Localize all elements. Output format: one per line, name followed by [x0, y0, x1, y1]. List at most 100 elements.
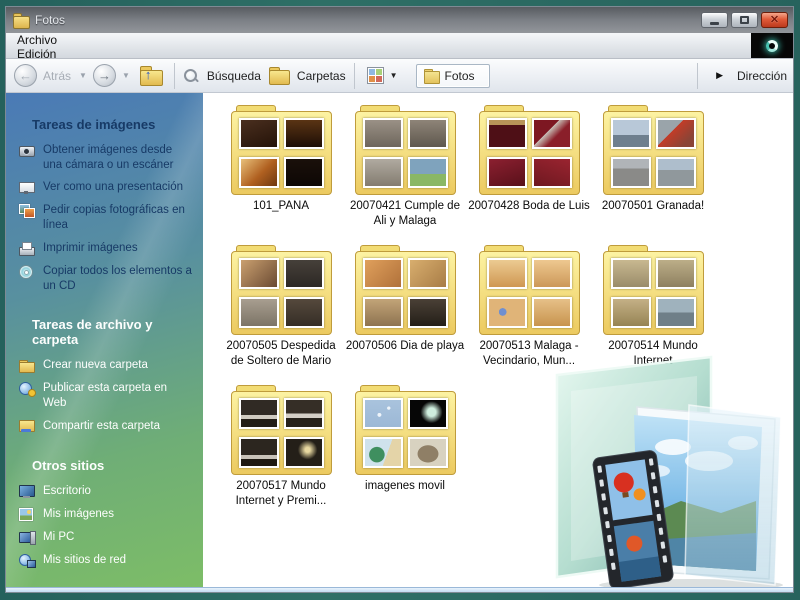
- address-bar-label[interactable]: Dirección: [737, 69, 787, 83]
- toolbar-separator: [173, 62, 175, 89]
- address-expand-icon[interactable]: ▶: [716, 70, 723, 81]
- folder-item[interactable]: 20070501 Granada!: [591, 105, 715, 245]
- window-controls: ✕: [701, 12, 788, 28]
- photo-thumbnail: [407, 157, 448, 188]
- folder-thumbnail-icon: [602, 245, 704, 335]
- task-item[interactable]: Pedir copias fotográficas en línea: [18, 202, 193, 232]
- photo-thumbnail: [283, 157, 324, 188]
- photo-thumbnail: [283, 118, 324, 149]
- folder-name: imagenes movil: [365, 480, 445, 492]
- folder-thumbnail-icon: [230, 105, 332, 195]
- task-item[interactable]: Mis sitios de red: [18, 552, 193, 568]
- myimages-icon: [18, 506, 35, 522]
- folder-thumbnail-icon: [354, 245, 456, 335]
- cd-icon: [18, 263, 35, 279]
- menu-bar: Archivo Edición Ver Favoritos Herramient…: [6, 33, 793, 117]
- folder-item[interactable]: 20070428 Boda de Luis: [467, 105, 591, 245]
- task-item[interactable]: Copiar todos los elementos a un CD: [18, 263, 193, 293]
- photo-thumbnail: [283, 258, 324, 289]
- photo-thumbnail: [610, 157, 651, 188]
- tab-folder-icon: [423, 68, 440, 84]
- folder-name: 20070421 Cumple de Ali y Malaga: [350, 200, 460, 227]
- search-icon[interactable]: [183, 68, 199, 84]
- explorer-window: Fotos ✕ Archivo Edición Ver Favoritos He…: [5, 6, 794, 593]
- back-button[interactable]: ←: [14, 64, 37, 87]
- photo-thumbnail: [610, 118, 651, 149]
- task-item[interactable]: Obtener imágenes desde una cámara o un e…: [18, 142, 193, 172]
- task-item[interactable]: Publicar esta carpeta en Web: [18, 380, 193, 410]
- photo-thumbnail: [655, 118, 696, 149]
- photo-thumbnail: [407, 118, 448, 149]
- folder-item[interactable]: 20070506 Dia de playa: [343, 245, 467, 385]
- maximize-button[interactable]: [731, 12, 758, 28]
- task-item[interactable]: Compartir esta carpeta: [18, 418, 193, 434]
- photo-thumbnail: [362, 157, 403, 188]
- photo-thumbnail: [362, 398, 403, 429]
- folder-thumbnail-icon: [602, 105, 704, 195]
- folder-item[interactable]: 101_PANA: [219, 105, 343, 245]
- photo-thumbnail: [238, 118, 279, 149]
- task-item[interactable]: Imprimir imágenes: [18, 240, 193, 256]
- task-section-header[interactable]: Tareas de archivo y carpeta: [32, 317, 193, 347]
- task-section-header[interactable]: Tareas de imágenes: [32, 117, 193, 132]
- photo-thumbnail: [238, 297, 279, 328]
- folder-name: 20070501 Granada!: [601, 200, 705, 212]
- glass-pictures-folder-artwork: [555, 355, 783, 587]
- minimize-icon: [710, 22, 719, 25]
- views-icon[interactable]: [366, 67, 384, 84]
- photo-thumbnail: [531, 157, 572, 188]
- forward-arrow-icon: →: [97, 68, 111, 83]
- photo-thumbnail: [283, 437, 324, 468]
- folder-thumbnail-icon: [230, 385, 332, 475]
- photo-thumbnail: [407, 437, 448, 468]
- search-button-label[interactable]: Búsqueda: [207, 69, 261, 83]
- photo-thumbnail: [362, 118, 403, 149]
- photo-thumbnail: [362, 297, 403, 328]
- close-button[interactable]: ✕: [761, 12, 788, 28]
- folder-item[interactable]: 20070505 Despedida de Soltero de Mario: [219, 245, 343, 385]
- window-title: Fotos: [35, 13, 66, 27]
- status-strip: [6, 587, 793, 592]
- web-icon: [18, 380, 36, 398]
- network-icon: [18, 552, 36, 568]
- title-bar: Fotos ✕: [6, 7, 793, 33]
- folders-icon[interactable]: [268, 67, 290, 85]
- toolbar-separator: [697, 62, 699, 89]
- task-section-header[interactable]: Otros sitios: [32, 458, 193, 473]
- folder-item[interactable]: imagenes movil: [343, 385, 467, 525]
- folder-thumbnail-icon: [354, 105, 456, 195]
- share-icon: [18, 418, 35, 434]
- task-item[interactable]: Ver como una presentación: [18, 179, 193, 195]
- folder-thumbnail-icon: [478, 105, 580, 195]
- task-item[interactable]: Mi PC: [18, 529, 193, 545]
- toolbar-separator: [353, 62, 355, 89]
- folder-name: 101_PANA: [252, 200, 310, 212]
- close-icon: ✕: [769, 13, 780, 26]
- current-folder-tab[interactable]: Fotos: [415, 63, 490, 88]
- folder-item[interactable]: 20070517 Mundo Internet y Premi...: [219, 385, 343, 525]
- photo-thumbnail: [238, 437, 279, 468]
- views-dropdown-chevron-icon[interactable]: ▼: [390, 71, 398, 80]
- mypc-icon: [18, 529, 36, 545]
- photo-thumbnail: [362, 437, 403, 468]
- photo-thumbnail: [486, 297, 527, 328]
- task-item[interactable]: Escritorio: [18, 483, 193, 499]
- maximize-icon: [740, 16, 749, 24]
- folder-item[interactable]: 20070421 Cumple de Ali y Malaga: [343, 105, 467, 245]
- task-item[interactable]: Mis imágenes: [18, 506, 193, 522]
- task-pane: Tareas de imágenes Obtener imágenes desd…: [6, 93, 203, 587]
- desktop-icon: [18, 483, 35, 499]
- camera-icon: [18, 142, 35, 158]
- desktop-background: Fotos ✕ Archivo Edición Ver Favoritos He…: [0, 0, 800, 600]
- folders-button-label[interactable]: Carpetas: [297, 69, 346, 83]
- back-dropdown-chevron-icon[interactable]: ▼: [79, 71, 87, 80]
- task-item[interactable]: Crear nueva carpeta: [18, 357, 193, 374]
- photo-thumbnail: [531, 258, 572, 289]
- printer-icon: [18, 240, 35, 256]
- forward-button[interactable]: →: [92, 64, 116, 87]
- photo-thumbnail: [407, 258, 448, 289]
- minimize-button[interactable]: [701, 12, 728, 28]
- menu-item-archivo[interactable]: Archivo: [6, 33, 100, 47]
- up-one-level-button[interactable]: ↑: [139, 66, 163, 86]
- forward-dropdown-chevron-icon[interactable]: ▼: [122, 71, 130, 80]
